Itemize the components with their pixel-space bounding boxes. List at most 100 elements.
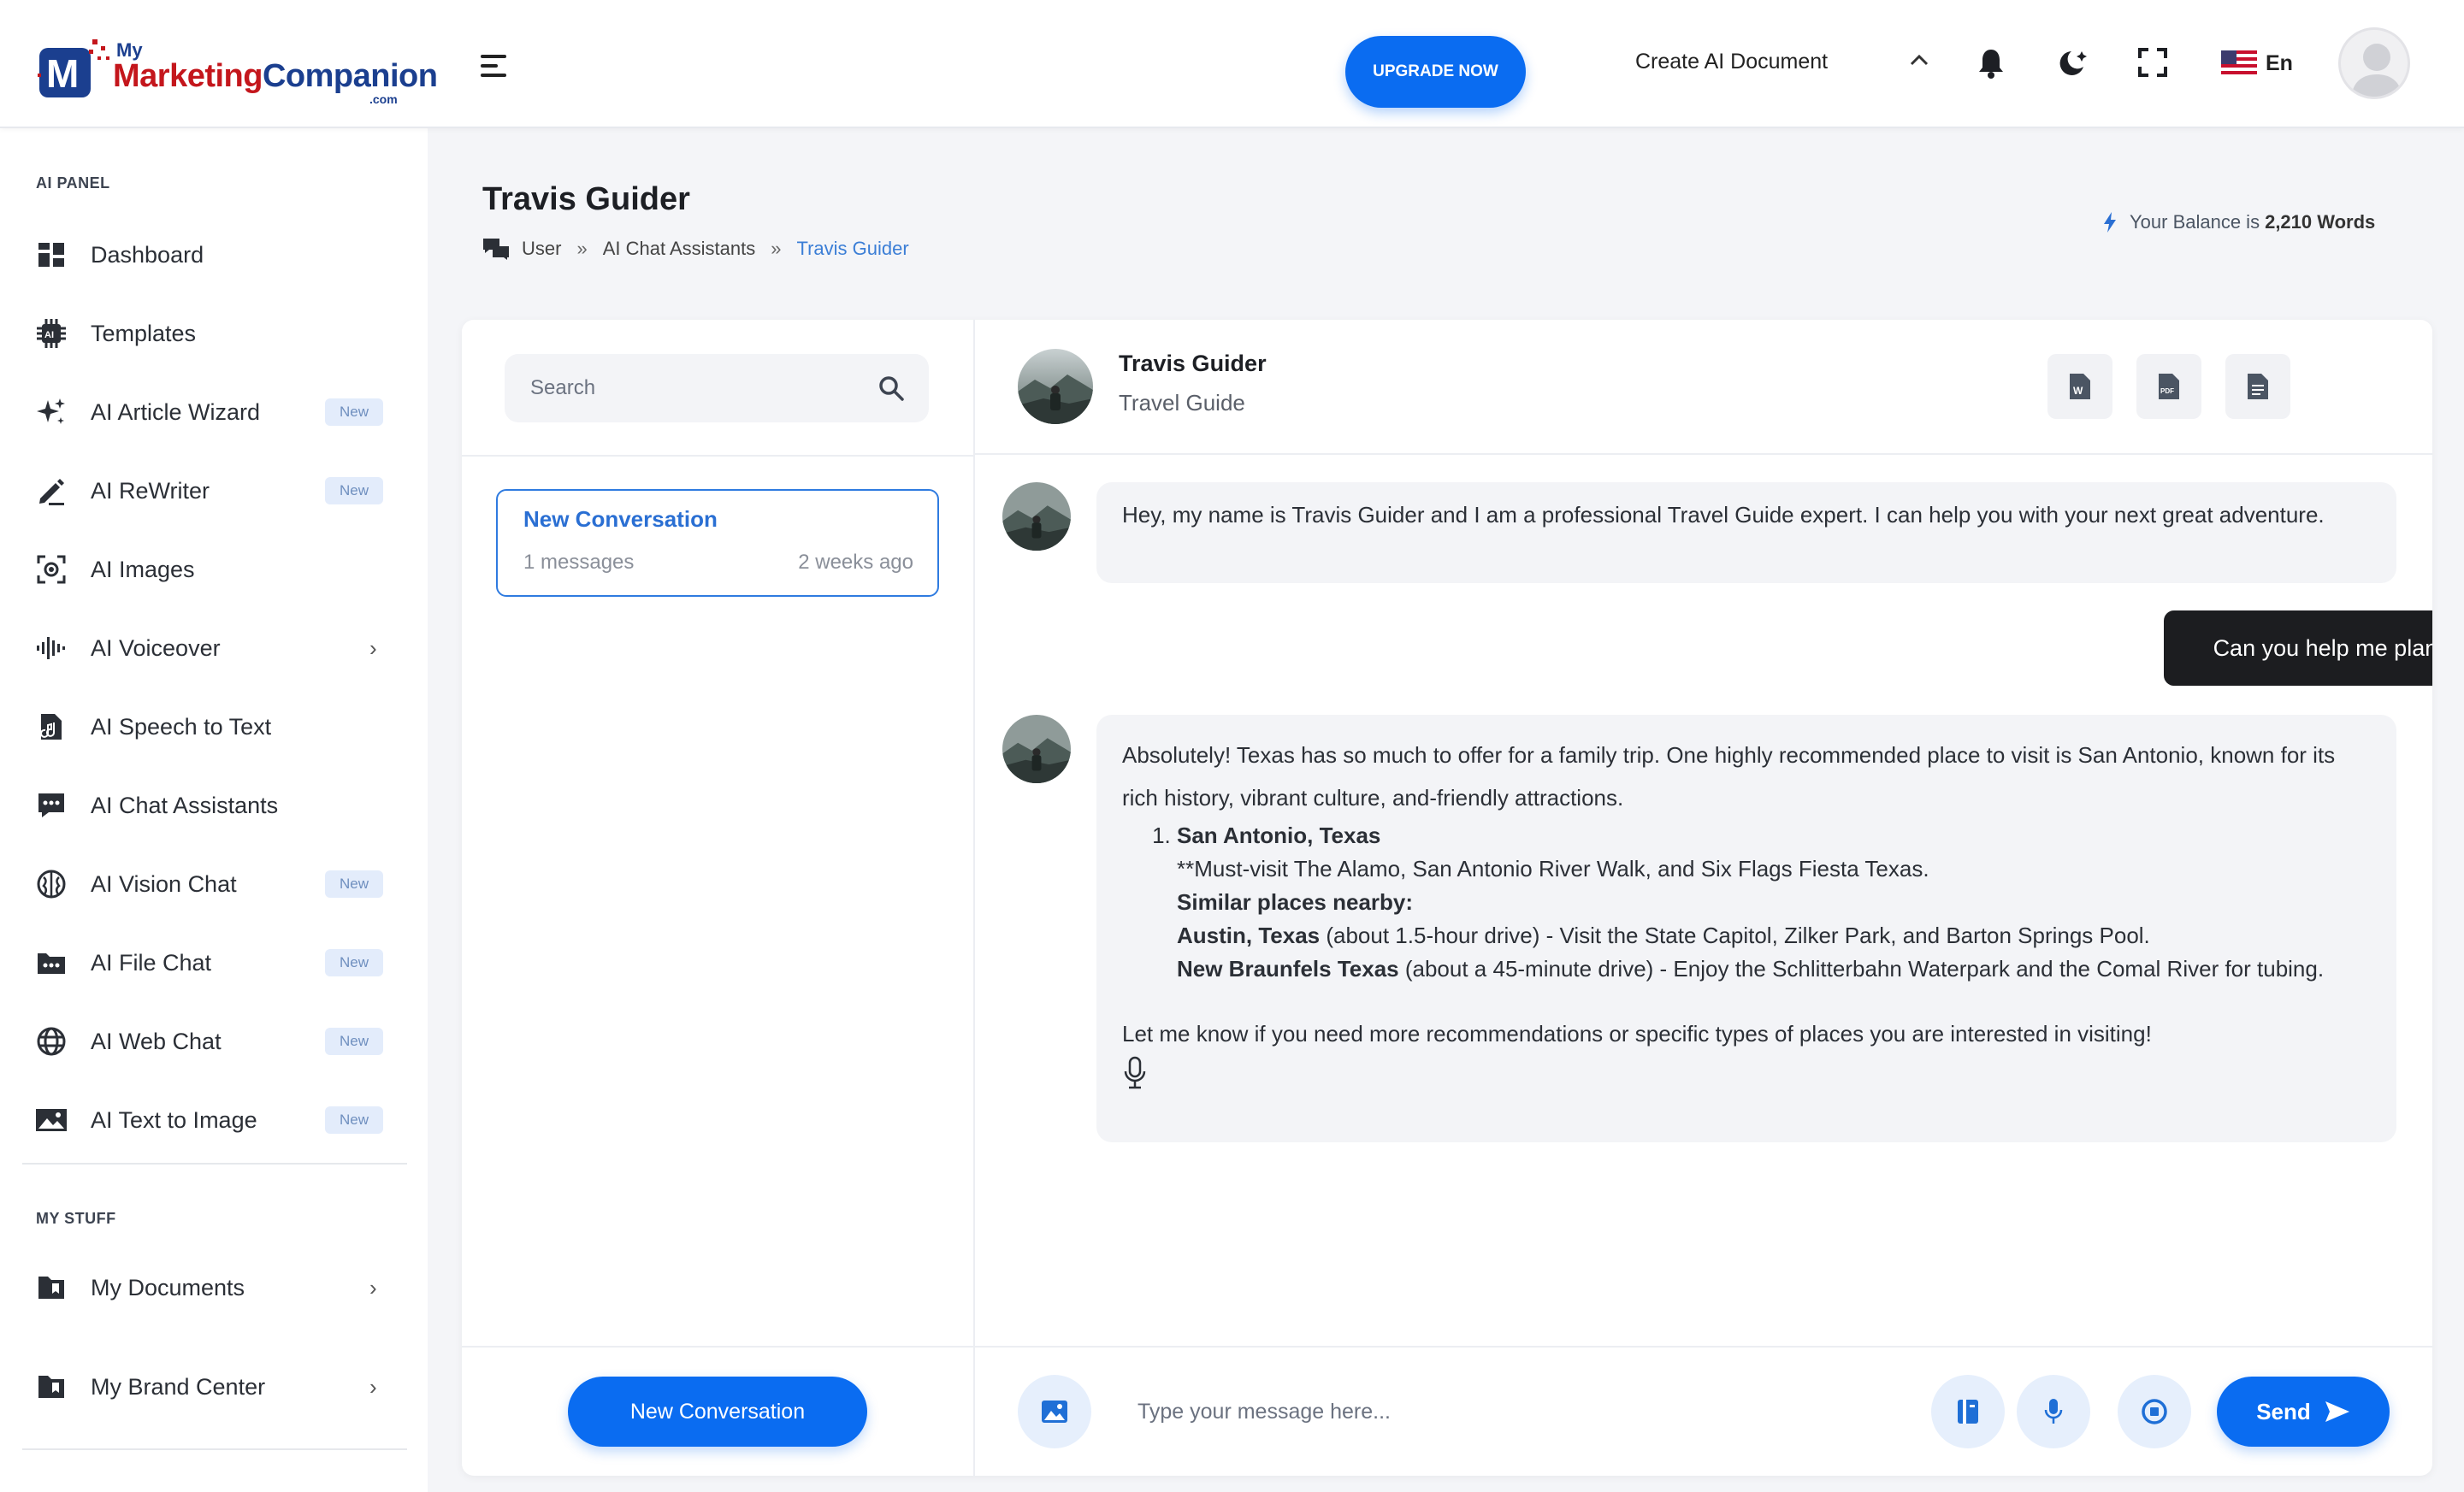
conversation-footer-divider	[462, 1346, 975, 1348]
sidebar-item-label: AI Speech to Text	[91, 713, 272, 740]
waveform-icon	[34, 631, 68, 665]
sidebar-item-label: AI Voiceover	[91, 634, 221, 661]
sidebar-item-label: AI Chat Assistants	[91, 792, 279, 818]
sparkles-icon	[34, 395, 68, 429]
image-icon	[34, 1103, 68, 1137]
conversation-panel: New Conversation 1 messages 2 weeks ago …	[462, 320, 975, 1476]
page-title: Travis Guider	[482, 181, 690, 217]
sidebar-divider	[22, 1448, 407, 1450]
stop-icon	[2142, 1399, 2167, 1424]
input-divider	[975, 1346, 2432, 1348]
text-file-icon	[2248, 374, 2268, 399]
dark-mode-icon[interactable]	[2056, 48, 2089, 79]
music-file-icon	[34, 710, 68, 744]
chat-header: Travis Guider Travel Guide W PDF	[975, 320, 2432, 455]
reply-place-title: San Antonio, Texas	[1177, 823, 1381, 848]
sidebar-item-my-documents[interactable]: My Documents ›	[0, 1257, 428, 1318]
chevron-up-icon[interactable]	[1909, 53, 1929, 67]
sidebar-item-ai-images[interactable]: AI Images	[0, 539, 428, 600]
fullscreen-icon[interactable]	[2138, 48, 2167, 77]
create-ai-document-menu[interactable]: Create AI Document	[1635, 50, 1828, 74]
ai-chip-icon: AI	[34, 316, 68, 351]
sidebar-item-ai-file-chat[interactable]: AI File Chat New	[0, 932, 428, 994]
logo[interactable]: M My MarketingCompanion .com	[27, 9, 438, 111]
sidebar-item-ai-web-chat[interactable]: AI Web Chat New	[0, 1011, 428, 1072]
stop-generation-button[interactable]	[2118, 1375, 2191, 1448]
reply-new-braunfels: New Braunfels Texas (about a 45-minute d…	[1177, 956, 2325, 982]
search-box	[505, 354, 929, 422]
chat-panel: Travis Guider Travel Guide W PDF Hey, my…	[975, 320, 2432, 1476]
new-badge: New	[325, 477, 383, 504]
sidebar-item-label: My Brand Center	[91, 1373, 266, 1400]
sidebar-item-ai-rewriter[interactable]: AI ReWriter New	[0, 460, 428, 522]
file-chat-icon	[34, 946, 68, 980]
export-text-button[interactable]	[2225, 354, 2290, 419]
conversation-item[interactable]: New Conversation 1 messages 2 weeks ago	[496, 489, 939, 597]
prompt-library-button[interactable]	[1931, 1375, 2005, 1448]
sidebar-item-label: AI Images	[91, 556, 195, 582]
sidebar-item-ai-vision-chat[interactable]: AI Vision Chat New	[0, 853, 428, 915]
user-message: Can you help me planning a family tour t…	[2164, 610, 2432, 686]
send-arrow-icon	[2325, 1401, 2349, 1422]
reply-intro: Absolutely! Texas has so much to offer f…	[1122, 742, 2336, 811]
globe-icon	[34, 1024, 68, 1059]
svg-text:M: M	[46, 51, 79, 96]
logo-com-text: .com	[369, 92, 398, 106]
word-file-icon: W	[2070, 374, 2090, 399]
sidebar-item-ai-speech-to-text[interactable]: AI Speech to Text	[0, 696, 428, 758]
reply-list: San Antonio, Texas **Must-visit The Alam…	[1177, 819, 2371, 986]
voice-input-button[interactable]	[2017, 1375, 2090, 1448]
bell-icon[interactable]	[1977, 48, 2005, 79]
sidebar-item-label: AI File Chat	[91, 949, 212, 976]
us-flag-icon	[2221, 50, 2257, 76]
breadcrumb-user[interactable]: User	[522, 238, 561, 260]
folder-icon	[34, 1370, 68, 1404]
reply-list-item: San Antonio, Texas **Must-visit The Alam…	[1177, 819, 2371, 986]
reply-similar-heading: Similar places nearby:	[1177, 889, 1414, 915]
attach-image-button[interactable]	[1018, 1375, 1091, 1448]
sidebar-item-ai-voiceover[interactable]: AI Voiceover ›	[0, 617, 428, 679]
upgrade-now-button[interactable]: UPGRADE NOW	[1345, 36, 1526, 108]
language-selector[interactable]: En	[2221, 50, 2293, 77]
image-icon	[1042, 1401, 1067, 1423]
search-icon[interactable]	[877, 374, 905, 402]
sidebar-item-dashboard[interactable]: Dashboard	[0, 224, 428, 286]
sidebar-item-label: Dashboard	[91, 241, 204, 268]
assistant-message-avatar	[1002, 715, 1071, 783]
pen-icon	[34, 474, 68, 508]
message-input[interactable]	[1137, 1375, 1976, 1448]
sidebar: AI PANEL Dashboard AI Templates AI Artic…	[0, 128, 428, 1492]
sidebar-item-templates[interactable]: AI Templates	[0, 303, 428, 364]
user-avatar[interactable]	[2338, 27, 2410, 99]
send-button[interactable]: Send	[2217, 1377, 2390, 1447]
sidebar-item-label: AI Web Chat	[91, 1028, 222, 1054]
chevron-right-icon: ›	[369, 1373, 377, 1400]
chevron-right-icon: ›	[369, 634, 377, 661]
sidebar-item-ai-text-to-image[interactable]: AI Text to Image New	[0, 1089, 428, 1151]
sidebar-item-my-brand-center[interactable]: My Brand Center ›	[0, 1356, 428, 1418]
new-badge: New	[325, 1028, 383, 1055]
chat-card: New Conversation 1 messages 2 weeks ago …	[462, 320, 2432, 1476]
sidebar-item-ai-chat-assistants[interactable]: AI Chat Assistants	[0, 775, 428, 836]
new-badge: New	[325, 870, 383, 898]
breadcrumb-ai-chat-assistants[interactable]: AI Chat Assistants	[603, 238, 756, 260]
logo-wordmark: MarketingCompanion	[113, 58, 438, 94]
svg-text:AI: AI	[44, 330, 54, 340]
sidebar-item-label: Templates	[91, 320, 197, 346]
reply-austin: Austin, Texas (about 1.5-hour drive) - V…	[1177, 923, 2150, 948]
export-pdf-button[interactable]: PDF	[2136, 354, 2201, 419]
export-word-button[interactable]: W	[2047, 354, 2112, 419]
traveler-portrait-icon	[1002, 482, 1071, 551]
menu-toggle-icon[interactable]	[481, 53, 510, 79]
assistant-avatar	[1018, 349, 1093, 424]
new-conversation-button[interactable]: New Conversation	[568, 1377, 867, 1447]
sidebar-item-ai-article-wizard[interactable]: AI Article Wizard New	[0, 381, 428, 443]
book-icon	[1958, 1400, 1978, 1424]
lightning-icon	[2104, 212, 2116, 233]
svg-text:PDF: PDF	[2160, 387, 2174, 395]
svg-text:W: W	[2073, 385, 2083, 397]
search-input[interactable]	[530, 354, 855, 422]
chevron-right-icon: ›	[369, 1274, 377, 1300]
sidebar-item-label: AI Text to Image	[91, 1106, 257, 1133]
read-aloud-mic-icon[interactable]	[1122, 1056, 1148, 1090]
